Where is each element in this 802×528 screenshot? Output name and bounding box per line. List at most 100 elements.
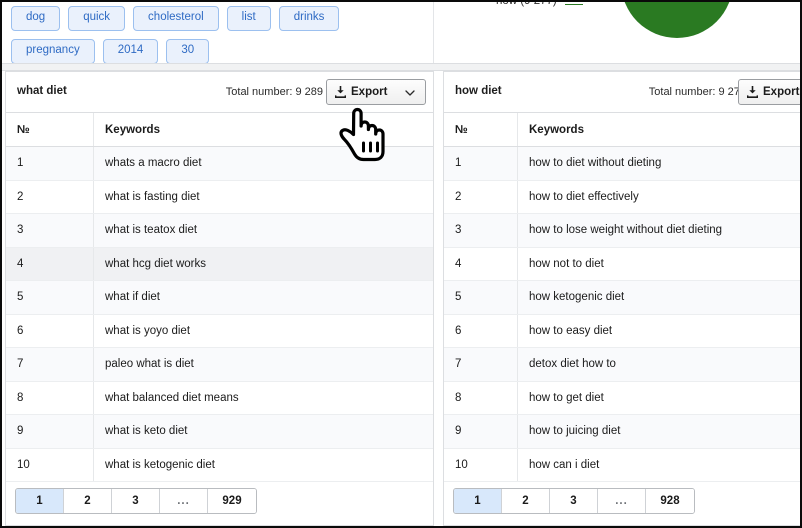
pie-chart-clip: how (9 277) [434, 2, 800, 63]
table-row[interactable]: 8 how to get diet [444, 381, 800, 415]
row-keyword[interactable]: how not to diet [517, 247, 800, 281]
download-icon [747, 86, 758, 98]
row-number: 9 [444, 414, 518, 449]
table-row[interactable]: 4 what hcg diet works [6, 247, 433, 281]
pagination-button-3[interactable]: 3 [550, 489, 598, 513]
table-row[interactable]: 5 how ketogenic diet [444, 280, 800, 315]
pie-leader-line [565, 4, 583, 5]
panel-title: what diet [17, 85, 67, 97]
export-button-label: Export [351, 86, 388, 98]
tag-filter-area: dog quick cholesterol list drinks pregnancy 20… [2, 2, 434, 64]
export-button[interactable]: Export [738, 79, 800, 105]
tag-row: pregnancy 2014 30 [11, 39, 433, 64]
table-row[interactable]: 1 how to diet without dieting [444, 146, 800, 181]
pagination-button-1[interactable]: 1 [454, 489, 502, 513]
tag-dog[interactable]: dog [11, 6, 61, 31]
table-row[interactable]: 2 what is fasting diet [6, 180, 433, 214]
row-number: 10 [444, 448, 518, 482]
row-number: 4 [444, 247, 518, 281]
panel-total-number: Total number: 9 277 [648, 86, 746, 98]
table-body: 1 how to diet without dieting 2 how to diet… [444, 146, 800, 482]
panel-header: how diet Total number: 9 277 Export [444, 72, 800, 113]
column-header-number: № [444, 113, 518, 147]
row-keyword[interactable]: what if diet [93, 280, 433, 315]
row-keyword[interactable]: what is fasting diet [93, 180, 433, 214]
row-number: 4 [6, 247, 94, 281]
row-keyword[interactable]: how to easy diet [517, 314, 800, 348]
export-button[interactable]: Export [326, 79, 426, 105]
table-row[interactable]: 1 whats a macro diet [6, 146, 433, 181]
pagination-button-2[interactable]: 2 [64, 489, 112, 513]
row-number: 1 [6, 146, 94, 181]
table-row[interactable]: 3 what is teatox diet [6, 213, 433, 248]
pagination-button-928[interactable]: 928 [646, 489, 694, 513]
row-keyword[interactable]: how to juicing diet [517, 414, 800, 449]
table-row[interactable]: 10 what is ketogenic diet [6, 448, 433, 482]
pie-slice-label: how (9 277) [496, 2, 557, 7]
tag-2014[interactable]: 2014 [102, 39, 159, 64]
pagination-button-2[interactable]: 2 [502, 489, 550, 513]
row-keyword[interactable]: what is keto diet [93, 414, 433, 449]
pagination: 1 2 3... 929 [15, 488, 257, 514]
top-section: dog quick cholesterol list drinks pregnancy 20… [2, 2, 800, 64]
tag-drinks[interactable]: drinks [278, 6, 340, 31]
row-keyword[interactable]: paleo what is diet [93, 347, 433, 382]
table-row[interactable]: 8 what balanced diet means [6, 381, 433, 415]
row-keyword[interactable]: what is yoyo diet [93, 314, 433, 348]
table-row[interactable]: 10 how can i diet [444, 448, 800, 482]
row-keyword[interactable]: whats a macro diet [93, 146, 433, 181]
table-row[interactable]: 5 what if diet [6, 280, 433, 315]
table-row[interactable]: 7 paleo what is diet [6, 347, 433, 382]
row-keyword[interactable]: what hcg diet works [93, 247, 433, 281]
tag-quick[interactable]: quick [68, 6, 126, 31]
row-number: 6 [444, 314, 518, 348]
row-number: 10 [6, 448, 94, 482]
table-row[interactable]: 7 detox diet how to [444, 347, 800, 382]
table-head: № Keywords [444, 113, 800, 147]
row-number: 5 [6, 280, 94, 315]
row-number: 9 [6, 414, 94, 449]
tag-30[interactable]: 30 [166, 39, 210, 64]
pagination-button-1[interactable]: 1 [16, 489, 64, 513]
tag-row: dog quick cholesterol list drinks [11, 6, 433, 31]
row-keyword[interactable]: how can i diet [517, 448, 800, 482]
pie-chart-area: how (9 277) [434, 2, 800, 63]
row-number: 3 [6, 213, 94, 248]
row-keyword[interactable]: what is teatox diet [93, 213, 433, 248]
panel-title: how diet [455, 85, 502, 97]
column-header-keywords: Keywords [93, 113, 433, 147]
table-row[interactable]: 3 how to lose weight without diet dieting [444, 213, 800, 248]
row-keyword[interactable]: detox diet how to [517, 347, 800, 382]
app-window: dog quick cholesterol list drinks pregnancy 20… [0, 0, 802, 528]
row-keyword[interactable]: what balanced diet means [93, 381, 433, 415]
panel-total-number: Total number: 9 289 [225, 86, 323, 98]
tag-list[interactable]: list [226, 6, 271, 31]
pagination-button-929[interactable]: 929 [208, 489, 256, 513]
table-row[interactable]: 9 what is keto diet [6, 414, 433, 449]
row-number: 1 [444, 146, 518, 181]
table-row[interactable]: 6 what is yoyo diet [6, 314, 433, 348]
table-row[interactable]: 9 how to juicing diet [444, 414, 800, 449]
table-body: 1 whats a macro diet 2 what is fasting diet… [6, 146, 433, 482]
table-row[interactable]: 2 how to diet effectively [444, 180, 800, 214]
keywords-table: № Keywords 1 whats a macro diet 2 what is f… [6, 113, 433, 482]
row-keyword[interactable]: how to get diet [517, 381, 800, 415]
table-row[interactable]: 4 how not to diet [444, 247, 800, 281]
row-keyword[interactable]: how ketogenic diet [517, 280, 800, 315]
tag-cholesterol[interactable]: cholesterol [133, 6, 219, 31]
chevron-down-icon [405, 90, 415, 96]
row-keyword[interactable]: how to lose weight without diet dieting [517, 213, 800, 248]
keyword-panel-what-diet: what diet Total number: 9 289 Export № K… [5, 71, 434, 526]
pie-slice-how[interactable] [621, 2, 733, 38]
row-keyword[interactable]: how to diet effectively [517, 180, 800, 214]
pagination-button-ellipsisellipsisellipsis[interactable]: ... [160, 489, 208, 513]
tag-pregnancy[interactable]: pregnancy [11, 39, 95, 64]
row-keyword[interactable]: what is ketogenic diet [93, 448, 433, 482]
keyword-panel-how-diet: how diet Total number: 9 277 Export № Ke… [443, 71, 800, 526]
pagination-button-ellipsisellipsisellipsis[interactable]: ... [598, 489, 646, 513]
row-keyword[interactable]: how to diet without dieting [517, 146, 800, 181]
download-icon [335, 86, 346, 98]
pagination-button-3[interactable]: 3 [112, 489, 160, 513]
table-head: № Keywords [6, 113, 433, 147]
table-row[interactable]: 6 how to easy diet [444, 314, 800, 348]
